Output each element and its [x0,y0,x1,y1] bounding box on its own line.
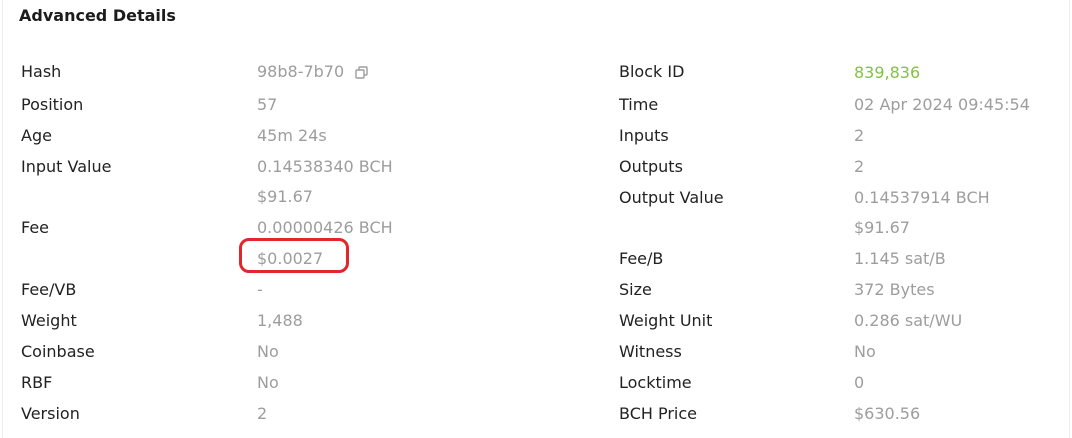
input-value-bch: 0.14538340 BCH [257,157,393,176]
bch-price-label: BCH Price [619,404,698,423]
witness-label: Witness [619,342,682,361]
locktime-value: 0 [854,373,865,392]
witness-value: No [854,342,876,361]
inputs-label: Inputs [619,126,669,145]
size-value: 372 Bytes [854,280,935,299]
version-label: Version [21,404,80,423]
fee-label: Fee [21,218,50,237]
hash-value[interactable]: 98b8-7b70 [257,62,344,82]
output-value-label: Output Value [619,188,724,207]
rbf-value: No [257,373,279,392]
age-value: 45m 24s [257,126,327,145]
age-label: Age [21,126,52,145]
coinbase-label: Coinbase [21,342,95,361]
fee-b-value: 1.145 sat/B [854,249,946,268]
fee-vb-value: - [257,280,263,299]
hash-label: Hash [21,62,62,81]
input-value-usd: $91.67 [257,187,313,206]
weight-unit-value: 0.286 sat/WU [854,311,963,330]
fee-b-label: Fee/B [619,249,664,268]
fee-bch: 0.00000426 BCH [257,218,393,237]
input-value-label: Input Value [21,157,112,176]
version-value: 2 [257,404,268,423]
weight-label: Weight [21,311,77,330]
section-title: Advanced Details [19,6,176,25]
outputs-label: Outputs [619,157,683,176]
locktime-label: Locktime [619,373,692,392]
fee-vb-label: Fee/VB [21,280,77,299]
weight-unit-label: Weight Unit [619,311,713,330]
output-value-bch: 0.14537914 BCH [854,188,990,207]
copy-icon[interactable] [355,66,369,80]
highlight-annotation [239,238,349,273]
bch-price-value: $630.56 [854,404,921,423]
position-label: Position [21,95,84,114]
coinbase-value: No [257,342,279,361]
outputs-value: 2 [854,157,865,176]
weight-value: 1,488 [257,311,303,330]
block-id-label: Block ID [619,62,685,81]
block-id-link[interactable]: 839,836 [854,63,920,83]
time-value: 02 Apr 2024 09:45:54 [854,95,1030,114]
inputs-value: 2 [854,126,865,145]
rbf-label: RBF [21,373,53,392]
size-label: Size [619,280,652,299]
position-value: 57 [257,95,278,114]
advanced-details-panel: Advanced Details Hash Position Age Input… [2,0,1070,438]
output-value-usd: $91.67 [854,218,910,237]
time-label: Time [619,95,659,114]
